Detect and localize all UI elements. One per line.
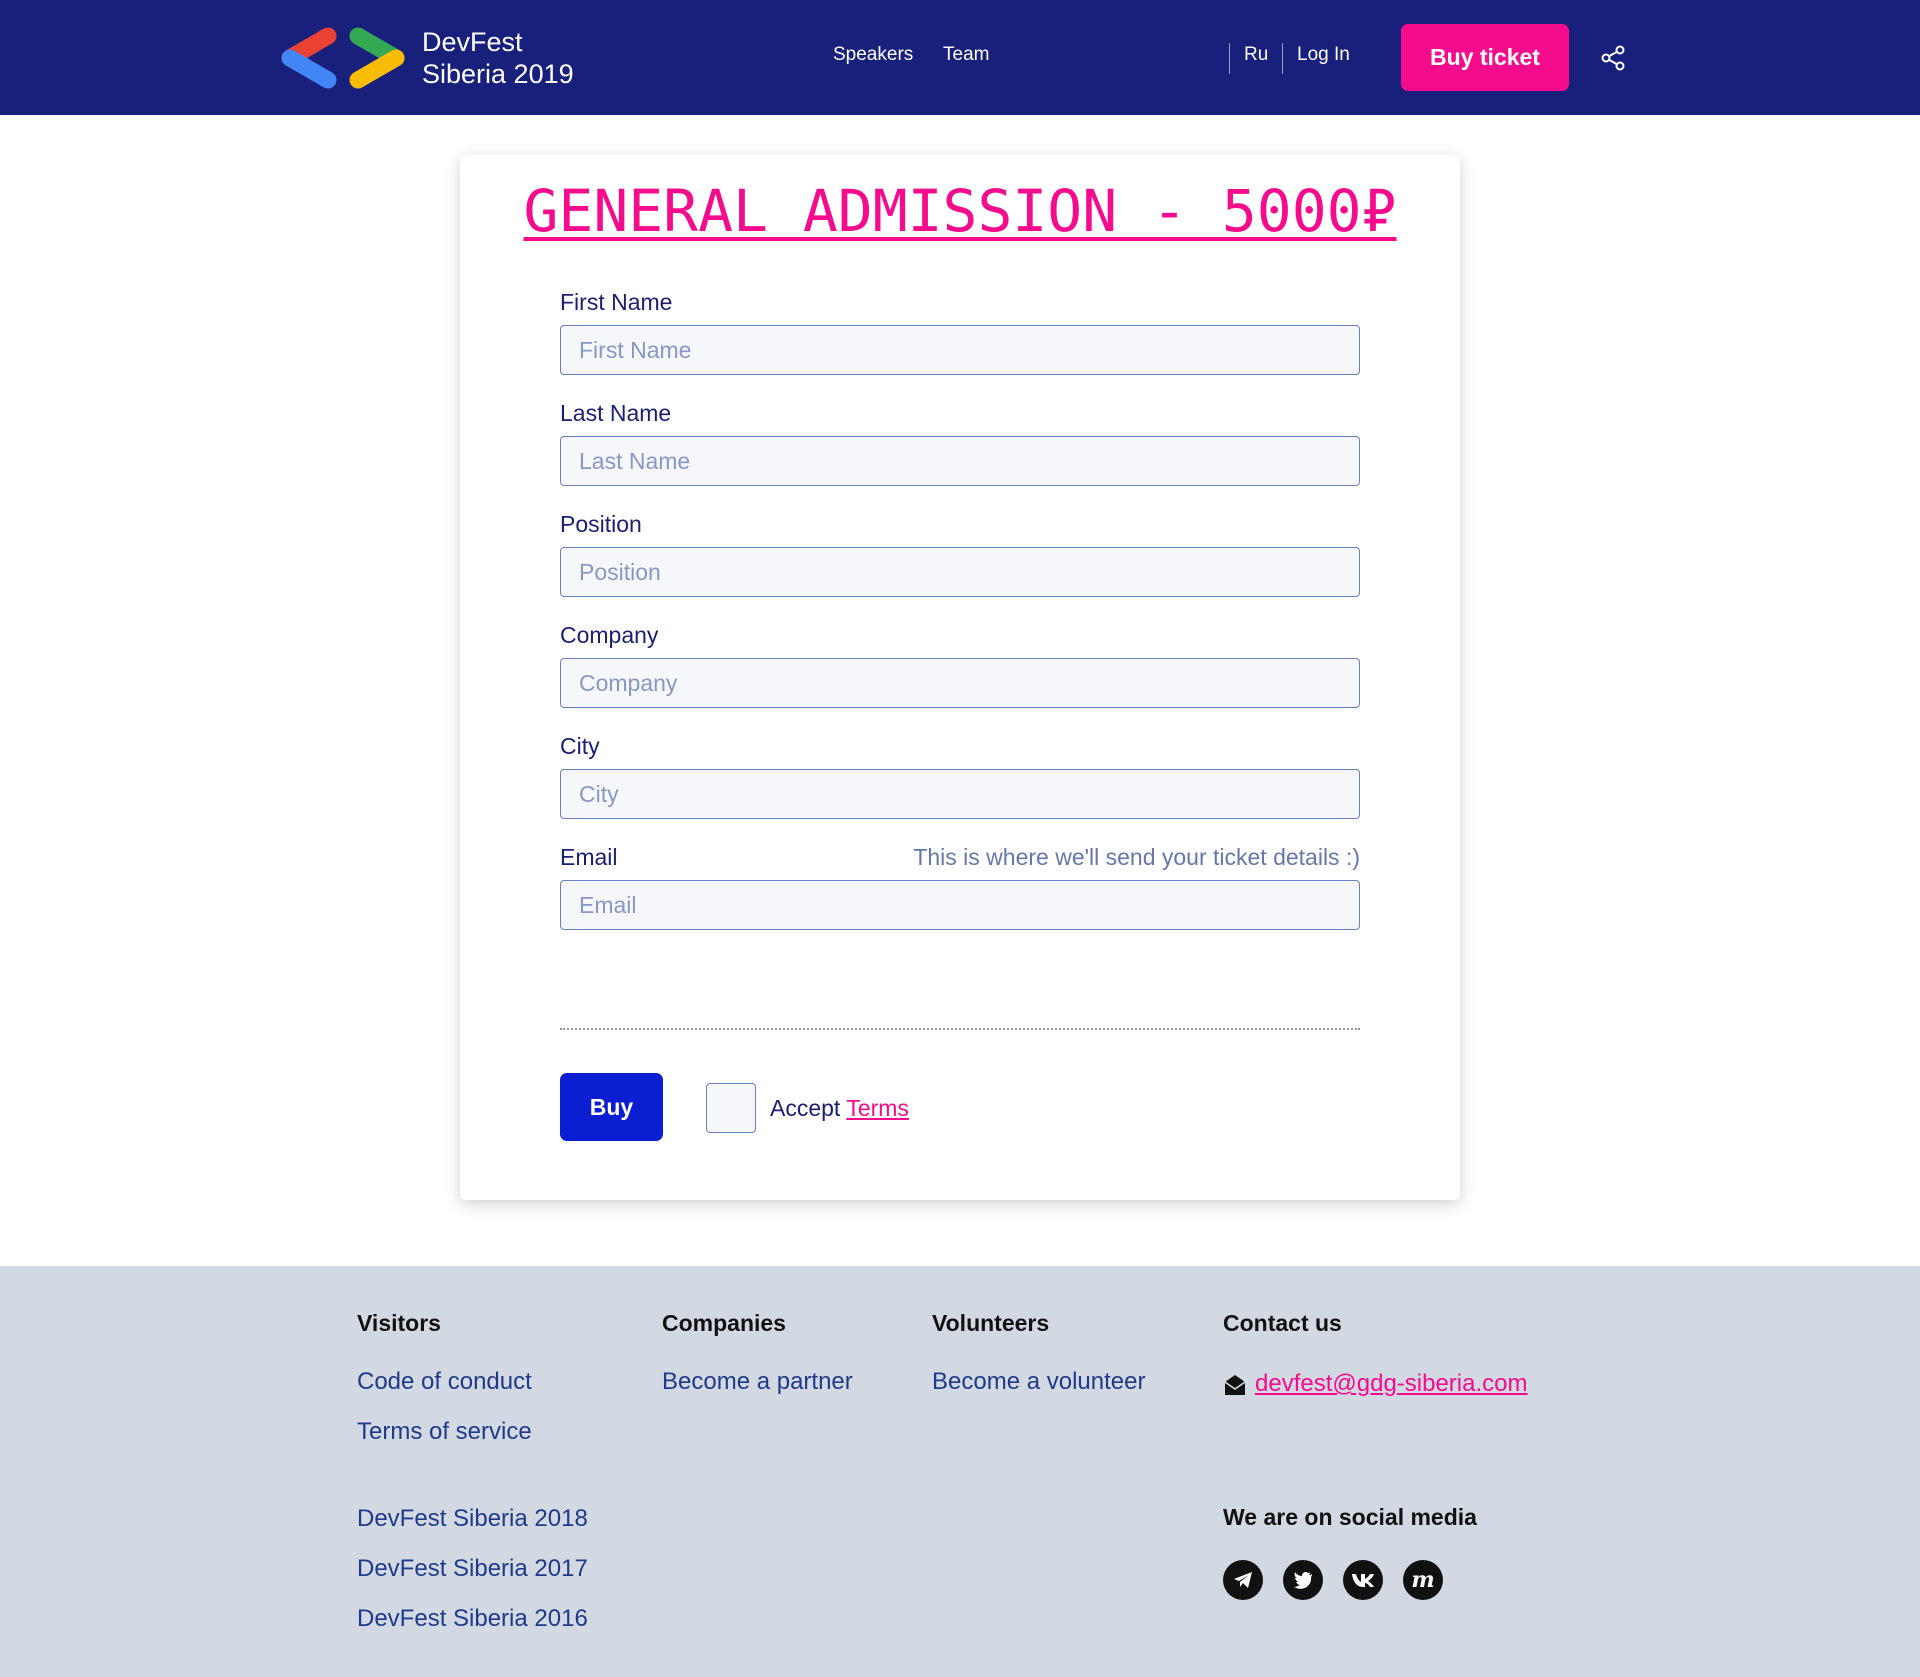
email-field[interactable] xyxy=(560,880,1360,930)
devfest-logo[interactable]: DevFest Siberia 2019 xyxy=(280,26,580,90)
become-volunteer-link[interactable]: Become a volunteer xyxy=(932,1368,1145,1396)
nav-speakers[interactable]: Speakers xyxy=(833,44,913,66)
nav-divider xyxy=(1229,43,1230,74)
login-link[interactable]: Log In xyxy=(1297,44,1350,66)
form-divider xyxy=(560,1028,1360,1030)
accept-terms-label: Accept Terms xyxy=(770,1095,909,1122)
email-hint: This is where we'll send your ticket det… xyxy=(913,844,1360,870)
devfest-2016-link[interactable]: DevFest Siberia 2016 xyxy=(357,1605,588,1633)
twitter-icon[interactable] xyxy=(1283,1560,1323,1600)
contact-email-link[interactable]: devfest@gdg-siberia.com xyxy=(1255,1370,1527,1398)
nav-team[interactable]: Team xyxy=(943,44,989,66)
vk-icon[interactable] xyxy=(1343,1560,1383,1600)
buy-ticket-button[interactable]: Buy ticket xyxy=(1401,24,1569,91)
last-name-label: Last Name xyxy=(560,400,672,426)
companies-heading: Companies xyxy=(662,1310,786,1336)
ticket-title: GENERAL ADMISSION - 5000₽ xyxy=(523,177,1397,245)
mail-icon xyxy=(1224,1375,1246,1395)
company-label: Company xyxy=(560,622,659,648)
visitors-heading: Visitors xyxy=(357,1310,441,1336)
first-name-label: First Name xyxy=(560,289,673,315)
share-icon[interactable] xyxy=(1600,45,1626,71)
email-label: Email xyxy=(560,844,618,870)
devfest-2017-link[interactable]: DevFest Siberia 2017 xyxy=(357,1555,588,1583)
terms-link[interactable]: Terms xyxy=(846,1095,909,1121)
contact-heading: Contact us xyxy=(1223,1310,1342,1336)
accept-text: Accept xyxy=(770,1095,841,1121)
logo-text: DevFest Siberia 2019 xyxy=(422,26,574,90)
telegram-icon[interactable] xyxy=(1223,1560,1263,1600)
last-name-field[interactable] xyxy=(560,436,1360,486)
become-partner-link[interactable]: Become a partner xyxy=(662,1368,853,1396)
position-field[interactable] xyxy=(560,547,1360,597)
first-name-field[interactable] xyxy=(560,325,1360,375)
logo-line2: Siberia 2019 xyxy=(422,59,574,89)
site-header: DevFest Siberia 2019 Speakers Team Ru Lo… xyxy=(0,0,1920,115)
volunteers-heading: Volunteers xyxy=(932,1310,1050,1336)
site-footer: Visitors Code of conduct Terms of servic… xyxy=(0,1266,1920,1677)
ticket-form-card: GENERAL ADMISSION - 5000₽ First Name Las… xyxy=(460,155,1460,1200)
city-label: City xyxy=(560,733,600,759)
city-field[interactable] xyxy=(560,769,1360,819)
devfest-logo-icon xyxy=(281,27,405,89)
buy-button[interactable]: Buy xyxy=(560,1073,663,1141)
terms-of-service-link[interactable]: Terms of service xyxy=(357,1418,532,1446)
logo-line1: DevFest xyxy=(422,27,523,57)
devfest-2018-link[interactable]: DevFest Siberia 2018 xyxy=(357,1505,588,1533)
code-of-conduct-link[interactable]: Code of conduct xyxy=(357,1368,532,1396)
accept-terms-checkbox[interactable] xyxy=(706,1083,756,1133)
language-switch[interactable]: Ru xyxy=(1244,44,1268,66)
nav-divider xyxy=(1282,43,1283,74)
company-field[interactable] xyxy=(560,658,1360,708)
social-heading: We are on social media xyxy=(1223,1504,1477,1530)
meetup-glyph: m xyxy=(1411,1567,1435,1593)
position-label: Position xyxy=(560,511,642,537)
meetup-icon[interactable]: m xyxy=(1403,1560,1443,1600)
